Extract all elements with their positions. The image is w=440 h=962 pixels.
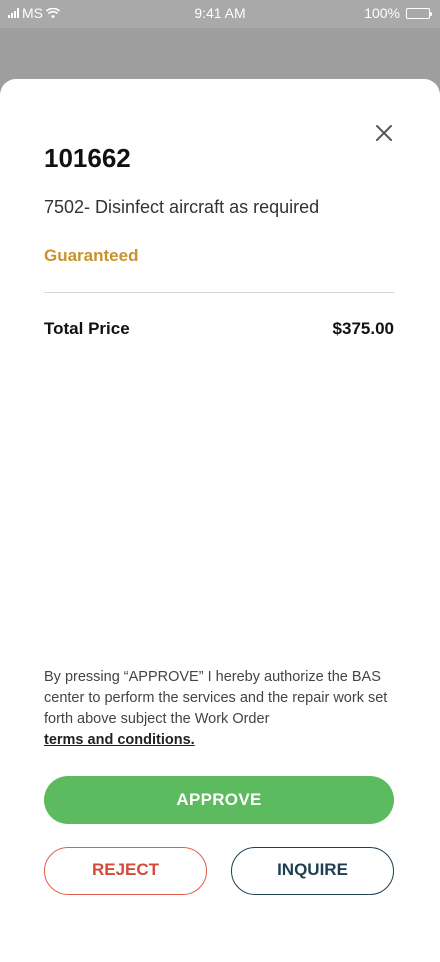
work-order-sheet: 101662 7502- Disinfect aircraft as requi… <box>0 79 440 962</box>
reject-button[interactable]: REJECT <box>44 847 207 895</box>
order-number: 101662 <box>44 143 131 173</box>
total-price-row: Total Price $375.00 <box>44 319 394 339</box>
status-label: Guaranteed <box>44 246 139 265</box>
battery-percent: 100% <box>364 5 400 21</box>
approve-button[interactable]: APPROVE <box>44 776 394 824</box>
close-button[interactable] <box>372 121 396 145</box>
battery-icon <box>406 7 432 19</box>
close-icon <box>376 125 392 141</box>
divider <box>44 292 394 293</box>
status-right: 100% <box>364 5 432 21</box>
terms-link[interactable]: terms and conditions. <box>44 732 195 748</box>
status-bar: MS 9:41 AM 100% <box>0 0 440 28</box>
order-description: 7502- Disinfect aircraft as required <box>44 197 320 217</box>
total-price-label: Total Price <box>44 319 130 338</box>
authorization-text: By pressing “APPROVE” I hereby authorize… <box>44 667 394 751</box>
authorization-body: By pressing “APPROVE” I hereby authorize… <box>44 669 388 727</box>
total-price-value: $375.00 <box>332 319 394 338</box>
inquire-button[interactable]: INQUIRE <box>231 847 394 895</box>
